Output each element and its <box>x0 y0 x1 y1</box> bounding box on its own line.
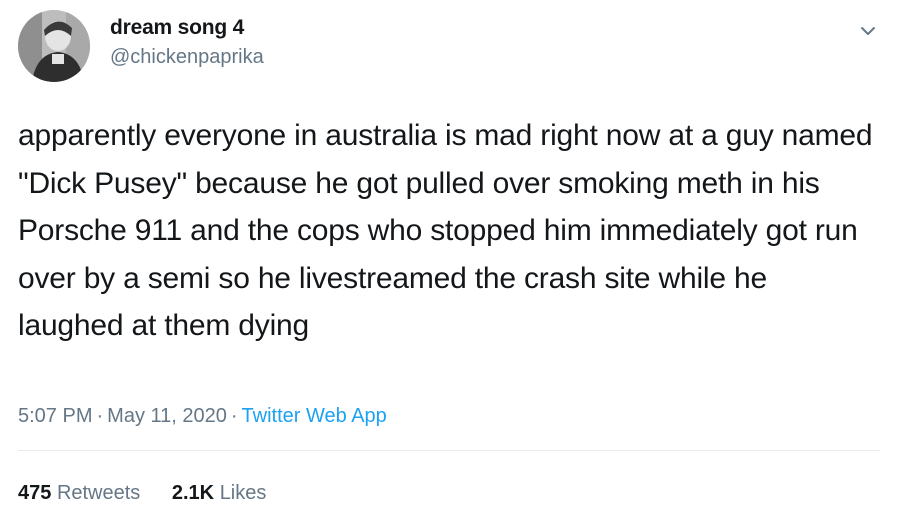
tweet-source-link[interactable]: Twitter Web App <box>242 405 387 427</box>
likes-label: Likes <box>219 482 267 504</box>
avatar[interactable] <box>18 10 90 82</box>
tweet-text: apparently everyone in australia is mad … <box>18 119 873 342</box>
display-name[interactable]: dream song 4 <box>110 16 244 40</box>
tweet-metadata: 5:07 PM · May 11, 2020 · Twitter Web App <box>18 405 387 428</box>
meta-separator: · <box>230 405 238 427</box>
divider <box>18 450 880 451</box>
tweet-date[interactable]: May 11, 2020 <box>107 405 227 427</box>
retweets-count: 475 <box>18 482 52 504</box>
tweet-card: dream song 4 @chickenpaprika apparently … <box>0 0 900 527</box>
likes-stat[interactable]: 2.1K Likes <box>172 482 267 504</box>
tweet-time[interactable]: 5:07 PM <box>18 405 92 427</box>
chevron-down-icon[interactable] <box>855 18 881 44</box>
retweets-label: Retweets <box>56 482 141 504</box>
profile-photo-icon <box>18 10 90 82</box>
tweet-stats: 475 Retweets 2.1K Likes <box>18 482 292 505</box>
meta-separator: · <box>96 405 104 427</box>
user-handle[interactable]: @chickenpaprika <box>110 46 264 69</box>
retweets-stat[interactable]: 475 Retweets <box>18 482 140 504</box>
likes-count: 2.1K <box>171 482 215 504</box>
